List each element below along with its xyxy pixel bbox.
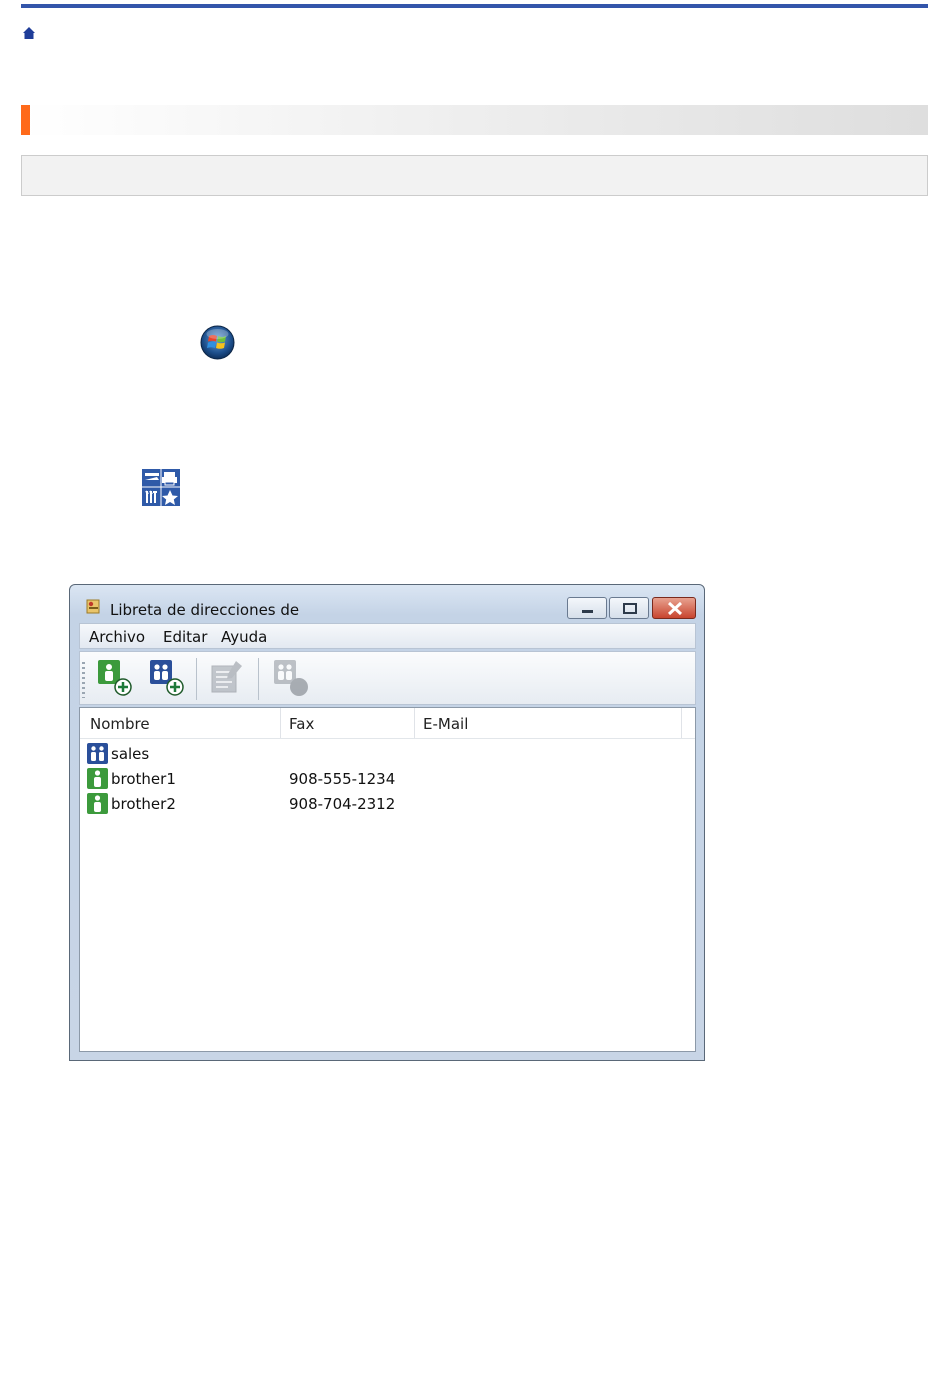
menu-bar: Archivo Editar Ayuda	[79, 623, 696, 649]
home-icon[interactable]	[22, 26, 36, 40]
minimize-icon	[582, 610, 593, 613]
group-icon	[87, 743, 108, 764]
window-title: Libreta de direcciones de	[110, 601, 300, 619]
toolbar-grip[interactable]	[82, 662, 85, 698]
delete-icon	[274, 660, 308, 696]
list-item[interactable]: brother1 908-555-1234	[80, 767, 680, 791]
toolbar-separator	[258, 658, 259, 700]
minimize-button[interactable]	[567, 597, 607, 619]
toolbar	[79, 651, 696, 705]
section-accent	[21, 105, 30, 135]
contact-fax: 908-704-2312	[289, 795, 396, 813]
close-button[interactable]	[652, 597, 696, 619]
column-divider[interactable]	[414, 708, 415, 738]
windows-start-orb-icon	[200, 325, 235, 360]
window-client: Archivo Editar Ayuda Nombre Fax E-Mail s…	[79, 623, 696, 1052]
contact-name: brother2	[111, 795, 176, 813]
edit-icon	[211, 661, 242, 693]
add-contact-icon	[98, 660, 132, 696]
add-group-icon	[150, 660, 184, 696]
maximize-icon	[623, 603, 637, 614]
toolbar-separator	[196, 658, 197, 700]
column-divider[interactable]	[681, 708, 682, 738]
section-heading-bar	[21, 105, 928, 135]
contact-name: sales	[111, 745, 150, 763]
column-header-email[interactable]: E-Mail	[423, 715, 468, 733]
contact-name: brother1	[111, 770, 176, 788]
column-header-nombre[interactable]: Nombre	[90, 715, 150, 733]
contacts-list[interactable]: Nombre Fax E-Mail sales brother1 908-555…	[79, 707, 696, 1052]
top-rule	[21, 4, 928, 8]
note-box	[21, 155, 928, 196]
menu-editar[interactable]: Editar	[163, 628, 207, 646]
column-header-fax[interactable]: Fax	[289, 715, 314, 733]
list-item[interactable]: brother2 908-704-2312	[80, 792, 680, 816]
contact-fax: 908-555-1234	[289, 770, 396, 788]
menu-ayuda[interactable]: Ayuda	[221, 628, 267, 646]
contact-icon	[87, 793, 108, 814]
contact-icon	[87, 768, 108, 789]
close-icon	[667, 601, 683, 616]
edit-button[interactable]	[208, 658, 246, 698]
add-group-button[interactable]	[148, 658, 186, 698]
address-book-window: Libreta de direcciones de Archivo Editar…	[69, 584, 705, 1061]
add-contact-button[interactable]	[96, 658, 134, 698]
list-item[interactable]: sales	[80, 742, 680, 766]
column-divider[interactable]	[280, 708, 281, 738]
address-book-icon	[86, 599, 100, 614]
list-header: Nombre Fax E-Mail	[80, 708, 695, 739]
delete-button[interactable]	[272, 658, 310, 698]
menu-archivo[interactable]: Archivo	[89, 628, 145, 646]
maximize-button[interactable]	[609, 597, 649, 619]
brother-utilities-icon	[142, 469, 180, 506]
